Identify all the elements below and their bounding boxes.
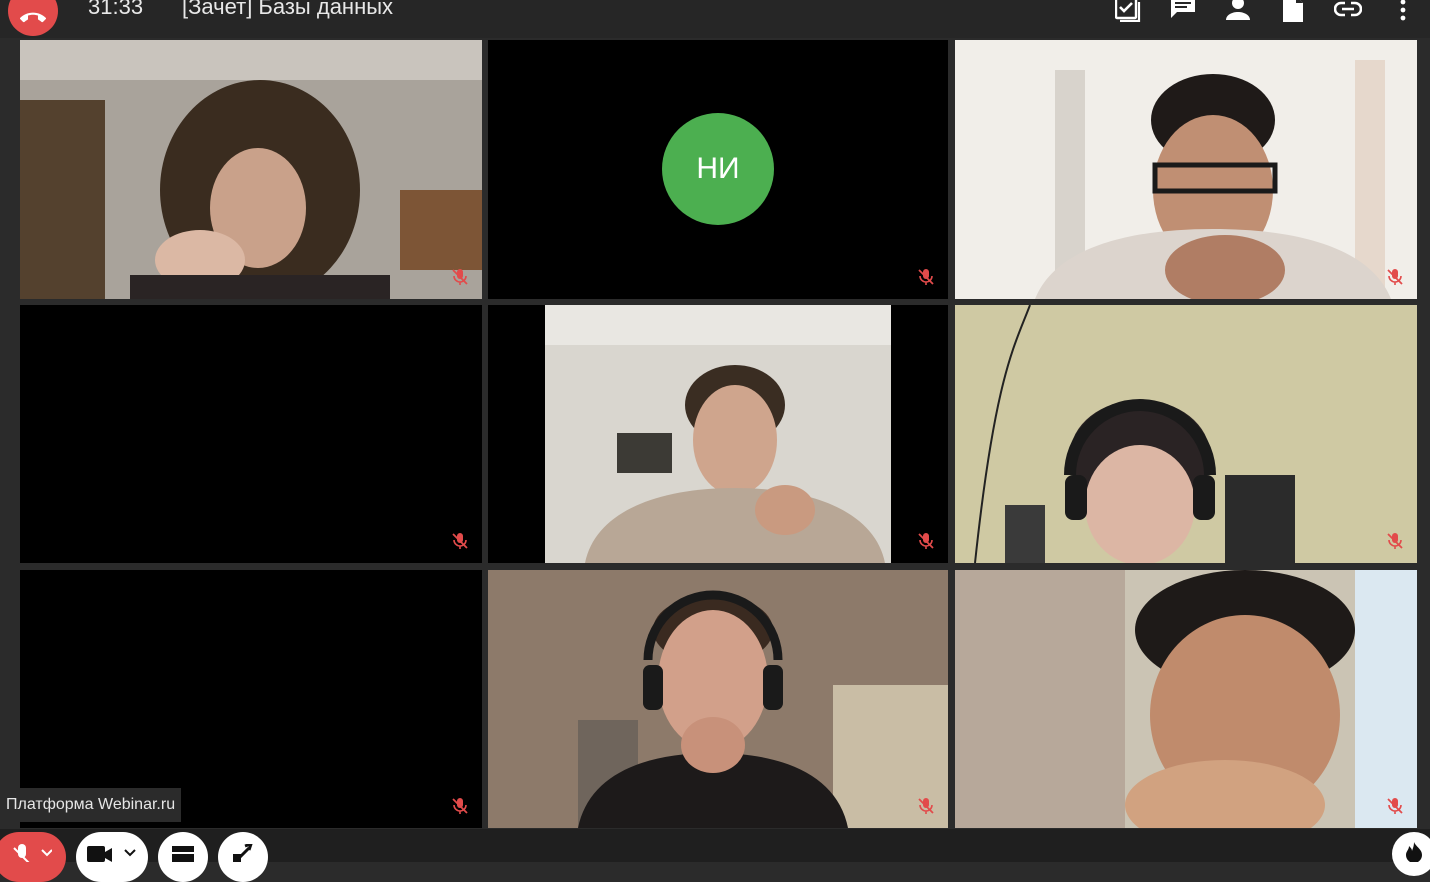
files-button[interactable] — [1265, 0, 1320, 24]
participant-avatar: НИ — [662, 113, 774, 225]
screen-share-button[interactable] — [218, 832, 268, 882]
mic-muted-icon — [918, 798, 934, 814]
mic-muted-icon — [452, 533, 468, 549]
platform-label: Платформа Webinar.ru — [0, 788, 182, 822]
top-bar: 31:33 [Зачет] Базы данных — [0, 0, 1430, 38]
mic-muted-icon — [1387, 269, 1403, 285]
participant-tile[interactable] — [955, 570, 1417, 828]
top-toolbar — [1100, 0, 1430, 24]
participants-button[interactable] — [1210, 0, 1265, 24]
flame-button[interactable] — [1392, 832, 1430, 876]
mic-muted-icon — [452, 269, 468, 285]
video-feed — [545, 305, 891, 563]
tasks-icon — [1114, 0, 1140, 22]
link-icon — [1333, 1, 1362, 17]
camera-icon — [87, 846, 136, 862]
screen-share-icon — [233, 844, 253, 862]
participant-tile[interactable] — [20, 40, 482, 299]
participant-tile[interactable]: НИ — [488, 40, 948, 299]
mic-muted-icon — [1387, 533, 1403, 549]
mic-muted-icon — [452, 798, 468, 814]
flame-icon — [1406, 842, 1422, 862]
participant-tile[interactable] — [488, 570, 948, 828]
link-button[interactable] — [1320, 0, 1375, 24]
file-icon — [1282, 0, 1303, 22]
participant-tile[interactable] — [20, 305, 482, 563]
call-timer: 31:33 — [88, 0, 144, 19]
participant-tile[interactable] — [955, 40, 1417, 299]
video-feed — [488, 570, 948, 828]
participant-tile[interactable] — [955, 305, 1417, 563]
more-vertical-icon — [1400, 0, 1405, 21]
participants-icon — [1225, 0, 1250, 20]
mic-muted-icon — [918, 533, 934, 549]
mic-muted-icon — [918, 269, 934, 285]
participant-tile[interactable] — [488, 305, 948, 563]
mic-muted-icon — [1387, 798, 1403, 814]
hangup-button[interactable] — [8, 0, 58, 36]
mic-toggle-button[interactable] — [0, 832, 66, 882]
video-feed — [20, 40, 482, 299]
chat-button[interactable] — [1155, 0, 1210, 24]
hangup-icon — [20, 12, 46, 23]
chat-icon — [1170, 0, 1195, 18]
camera-toggle-button[interactable] — [76, 832, 148, 882]
video-feed — [955, 570, 1417, 828]
mic-muted-icon — [13, 844, 52, 862]
more-button[interactable] — [1375, 0, 1430, 24]
video-feed — [955, 305, 1417, 563]
layout-button[interactable] — [158, 832, 208, 882]
video-feed — [955, 40, 1417, 299]
layout-icon — [172, 846, 194, 862]
meeting-title: [Зачет] Базы данных — [182, 0, 394, 19]
tasks-button[interactable] — [1100, 0, 1155, 24]
bottom-toolbar — [0, 829, 1430, 882]
